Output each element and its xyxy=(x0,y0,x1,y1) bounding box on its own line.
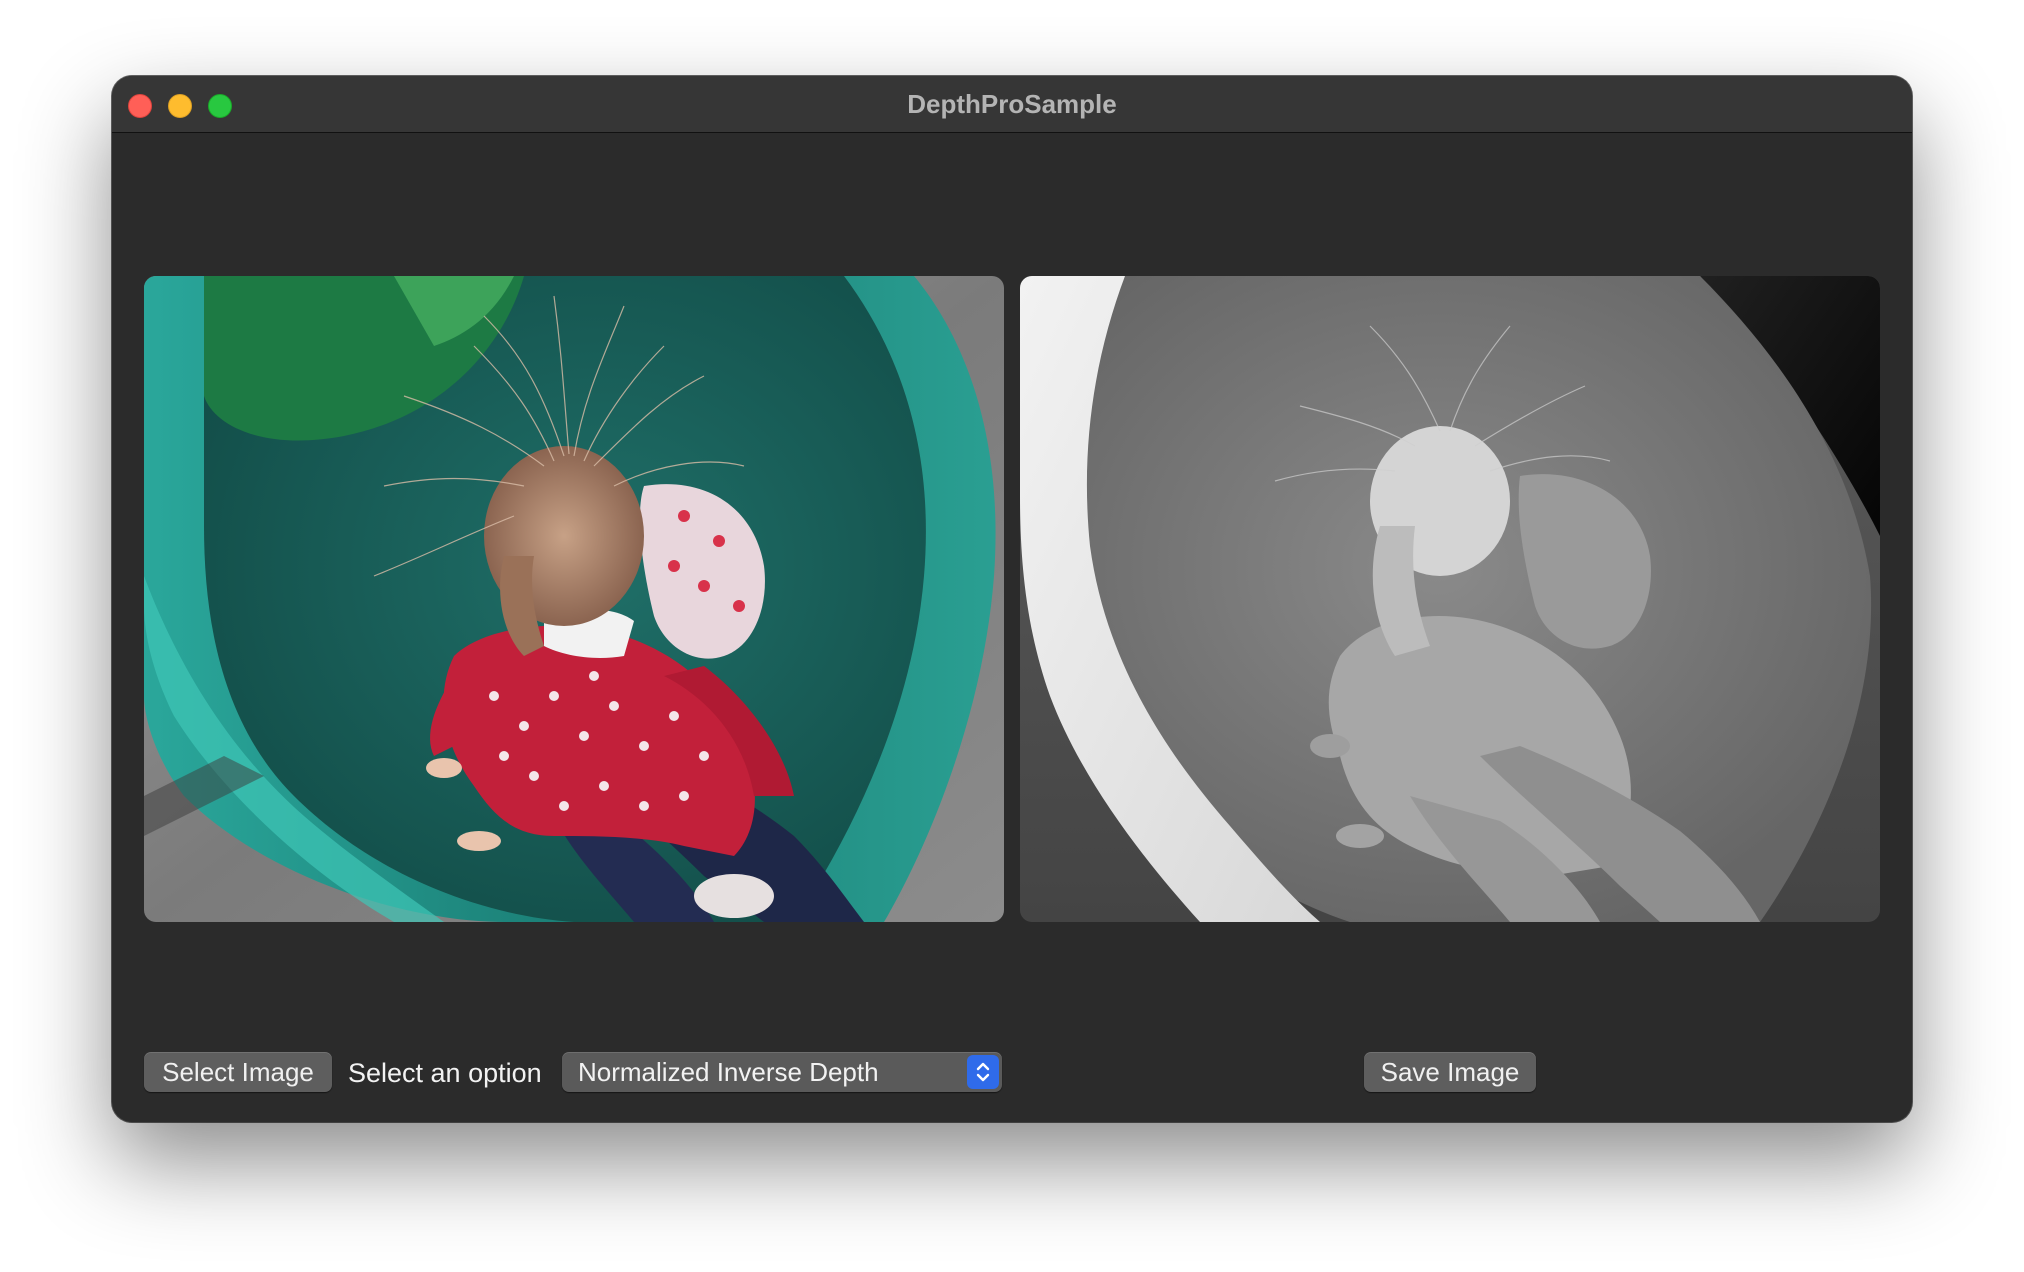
depth-map-graphic xyxy=(1020,276,1880,922)
depth-option-popup[interactable]: Normalized Inverse Depth xyxy=(562,1052,1002,1092)
title-bar[interactable]: DepthProSample xyxy=(112,76,1912,133)
chevron-up-down-icon xyxy=(967,1055,999,1089)
window-title: DepthProSample xyxy=(907,89,1117,119)
popup-selected-value: Normalized Inverse Depth xyxy=(578,1057,879,1087)
depth-map-image xyxy=(1020,276,1880,922)
input-photo-graphic xyxy=(144,276,1004,922)
save-image-button[interactable]: Save Image xyxy=(1364,1052,1536,1092)
option-label: Select an option xyxy=(348,1058,542,1088)
select-image-button[interactable]: Select Image xyxy=(144,1052,332,1092)
app-window: DepthProSample Select Image Select an op… xyxy=(112,76,1912,1122)
input-image xyxy=(144,276,1004,922)
